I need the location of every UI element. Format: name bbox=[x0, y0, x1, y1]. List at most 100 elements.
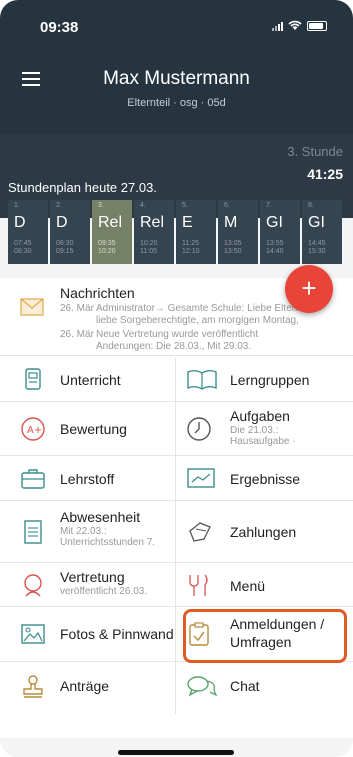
tile-anmeldungen-umfragen[interactable]: Anmeldungen / Umfragen bbox=[176, 607, 352, 661]
news-date: 26. Mär bbox=[60, 303, 94, 314]
open-book-icon bbox=[187, 370, 217, 390]
period-2[interactable]: 2. D 08:30 09:15 bbox=[50, 200, 90, 264]
tile-sublabel: Die 21.03.: bbox=[230, 425, 279, 436]
period-subject: GI bbox=[308, 214, 325, 231]
battery-icon bbox=[307, 20, 327, 31]
tile-unterricht[interactable]: Unterricht bbox=[0, 358, 176, 401]
tile-label: Ergebnisse bbox=[230, 471, 301, 487]
signal-icon bbox=[272, 21, 283, 31]
status-bar: 09:38 bbox=[0, 0, 353, 44]
period-subject: Rel bbox=[140, 214, 165, 231]
chart-board-icon bbox=[187, 468, 215, 488]
period-start: 14:45 bbox=[308, 240, 326, 247]
tile-label: Bewertung bbox=[60, 421, 127, 437]
tile-menu[interactable]: Menü bbox=[176, 563, 352, 606]
news-date: 26. Mär bbox=[60, 329, 94, 340]
user-role: Elternteil · osg · 05d bbox=[127, 97, 226, 109]
wifi-icon bbox=[288, 20, 302, 30]
tile-label: Umfragen bbox=[230, 634, 292, 650]
tile-label: Anmeldungen / bbox=[230, 616, 325, 632]
period-start: 11:25 bbox=[182, 240, 199, 247]
system-icons bbox=[272, 20, 327, 31]
grid-row: Anträge Chat bbox=[0, 662, 353, 714]
tile-zahlungen[interactable]: Zahlungen bbox=[176, 501, 352, 562]
tile-sublabel: Hausaufgabe · bbox=[230, 436, 296, 447]
period-4[interactable]: 4. Rel 10:20 11:05 bbox=[134, 200, 174, 264]
next-period-label: 3. Stunde bbox=[287, 144, 343, 159]
home-indicator[interactable] bbox=[118, 750, 234, 755]
add-button[interactable]: + bbox=[285, 265, 333, 313]
period-start: 07:45 bbox=[14, 240, 32, 247]
countdown: 41:25 bbox=[307, 166, 343, 182]
period-end: 08:30 bbox=[14, 248, 32, 255]
period-end: 09:15 bbox=[56, 248, 74, 255]
tile-bewertung[interactable]: A+ Bewertung bbox=[0, 402, 176, 455]
tile-label: Zahlungen bbox=[230, 524, 297, 540]
tile-sublabel: Mit 22.03.: bbox=[60, 526, 107, 537]
photo-icon bbox=[21, 624, 45, 644]
period-number: 8. bbox=[308, 202, 314, 209]
period-number: 2. bbox=[56, 202, 62, 209]
tile-abwesenheit[interactable]: Abwesenheit Mit 22.03.: Unterrichtsstund… bbox=[0, 501, 176, 562]
period-3-current[interactable]: 3. Rel 09:35 10:20 bbox=[92, 200, 132, 264]
briefcase-icon bbox=[21, 469, 45, 489]
stamp-icon bbox=[23, 675, 43, 698]
grid-row: Fotos & Pinnwand Anmeldungen / Umfragen bbox=[0, 607, 353, 662]
tile-ergebnisse[interactable]: Ergebnisse bbox=[176, 456, 352, 500]
tile-lehrstoff[interactable]: Lehrstoff bbox=[0, 456, 176, 500]
chat-bubbles-icon bbox=[187, 676, 218, 697]
person-outline-icon bbox=[24, 574, 42, 597]
grid-row: Abwesenheit Mit 22.03.: Unterrichtsstund… bbox=[0, 501, 353, 563]
news-text: liebe Sorgeberechtigte, am morgigen Mont… bbox=[96, 315, 299, 326]
period-1[interactable]: 1. D 07:45 08:30 bbox=[8, 200, 48, 264]
document-icon bbox=[25, 368, 41, 390]
feature-grid: Unterricht Lerngruppen A+ Bewertung Aufg… bbox=[0, 358, 353, 714]
timetable-title: Stundenplan heute 27.03. bbox=[8, 180, 157, 195]
news-title: Nachrichten bbox=[60, 285, 135, 301]
tile-antraege[interactable]: Anträge bbox=[0, 662, 176, 714]
period-number: 1. bbox=[14, 202, 20, 209]
envelope-icon bbox=[20, 298, 44, 316]
period-start: 08:30 bbox=[56, 240, 74, 247]
tile-label: Abwesenheit bbox=[60, 509, 141, 525]
tile-lerngruppen[interactable]: Lerngruppen bbox=[176, 358, 352, 401]
clipboard-check-icon bbox=[189, 622, 209, 646]
grid-row: Unterricht Lerngruppen bbox=[0, 358, 353, 402]
period-number: 6. bbox=[224, 202, 230, 209]
period-end: 13:50 bbox=[224, 248, 242, 255]
app-screen: 09:38 Max Mustermann Elternteil · osg · … bbox=[0, 0, 353, 757]
tile-sublabel: veröffentlicht 26.03. bbox=[60, 586, 148, 597]
period-number: 5. bbox=[182, 202, 188, 209]
period-number: 3. bbox=[98, 202, 104, 209]
news-text: Änderungen: Die 28.03., Mit 29.03. bbox=[96, 341, 252, 352]
period-6[interactable]: 6. M 13:05 13:50 bbox=[218, 200, 258, 264]
clock-icon bbox=[187, 417, 211, 441]
tile-label: Lerngruppen bbox=[230, 372, 310, 388]
grid-row: A+ Bewertung Aufgaben Die 21.03.: Hausau… bbox=[0, 402, 353, 456]
tile-label: Chat bbox=[230, 678, 260, 694]
period-subject: D bbox=[56, 214, 68, 231]
period-8[interactable]: 8. GI 14:45 15:30 bbox=[302, 200, 342, 264]
tile-label: Vertretung bbox=[60, 569, 125, 585]
period-end: 12:10 bbox=[182, 248, 200, 255]
tile-sublabel: Unterrichtsstunden 7. bbox=[60, 537, 156, 548]
period-subject: GI bbox=[266, 214, 283, 231]
tile-aufgaben[interactable]: Aufgaben Die 21.03.: Hausaufgabe · bbox=[176, 402, 352, 455]
tile-chat[interactable]: Chat bbox=[176, 662, 352, 714]
period-number: 4. bbox=[140, 202, 146, 209]
tile-fotos-pinnwand[interactable]: Fotos & Pinnwand bbox=[0, 607, 176, 661]
period-start: 13:55 bbox=[266, 240, 284, 247]
tile-vertretung[interactable]: Vertretung veröffentlicht 26.03. bbox=[0, 563, 176, 606]
period-7[interactable]: 7. GI 13:55 14:40 bbox=[260, 200, 300, 264]
svg-text:A+: A+ bbox=[27, 425, 42, 436]
period-end: 15:30 bbox=[308, 248, 326, 255]
period-start: 13:05 bbox=[224, 240, 242, 247]
tile-label: Menü bbox=[230, 578, 266, 594]
status-time: 09:38 bbox=[40, 19, 79, 36]
tile-label: Aufgaben bbox=[230, 408, 290, 424]
grade-icon: A+ bbox=[21, 417, 45, 441]
grid-row: Lehrstoff Ergebnisse bbox=[0, 456, 353, 501]
user-name: Max Mustermann bbox=[103, 68, 250, 89]
period-5[interactable]: 5. E 11:25 12:10 bbox=[176, 200, 216, 264]
period-subject: M bbox=[224, 214, 238, 231]
